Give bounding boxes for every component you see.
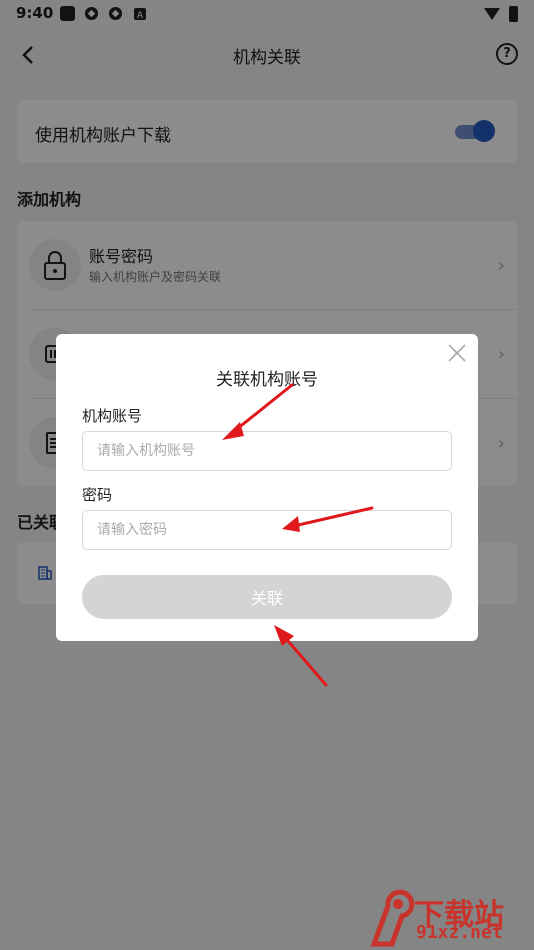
account-input[interactable] bbox=[82, 431, 452, 471]
account-label: 机构账号 bbox=[82, 407, 143, 425]
link-account-dialog: 关联机构账号 机构账号 密码 关联 bbox=[56, 334, 478, 641]
link-button[interactable]: 关联 bbox=[82, 575, 452, 619]
dialog-title: 关联机构账号 bbox=[216, 370, 318, 390]
password-input[interactable] bbox=[82, 510, 452, 550]
password-label: 密码 bbox=[82, 486, 113, 504]
close-icon[interactable] bbox=[446, 342, 468, 364]
watermark-url: 91xz.net bbox=[416, 922, 503, 943]
watermark-logo: 下载站 91xz.net bbox=[362, 886, 530, 948]
watermark-9-icon bbox=[370, 889, 415, 947]
